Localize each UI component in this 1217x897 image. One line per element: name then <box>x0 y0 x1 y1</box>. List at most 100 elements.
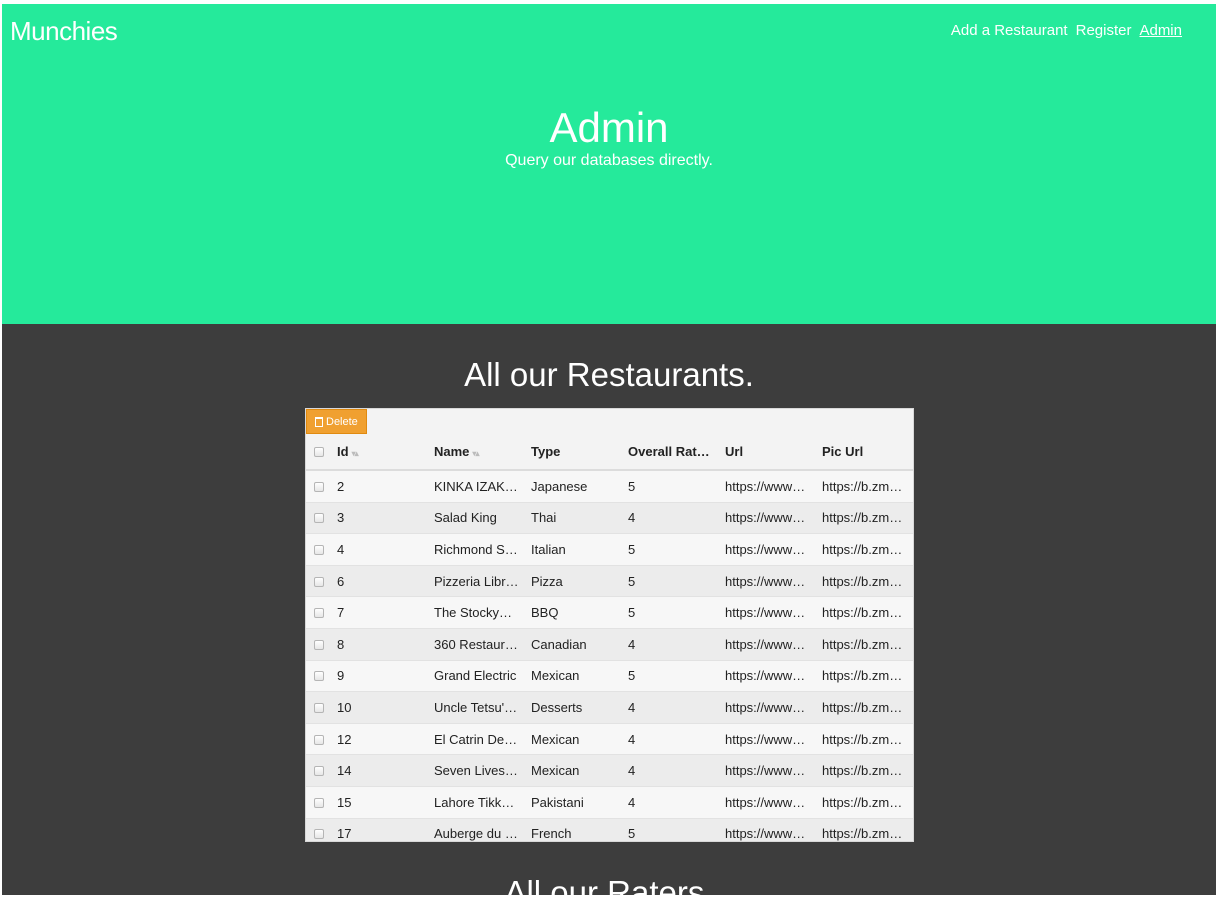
table-row[interactable]: 3 Salad King Thai 4 https://www… https://b.zm… <box>306 502 913 535</box>
row-checkbox[interactable] <box>314 671 324 682</box>
cell-url: https://www… <box>725 478 806 494</box>
cell-id: 17 <box>337 826 352 842</box>
restaurants-grid[interactable]: Delete Id ▾▴ Name ▾▴ Type Overall Rat… Url… <box>305 408 914 842</box>
row-checkbox[interactable] <box>314 608 324 619</box>
row-select-cell[interactable] <box>306 699 331 716</box>
row-select-cell[interactable] <box>306 509 331 526</box>
cell-name: Uncle Tetsu'… <box>434 699 518 715</box>
cell-type: Thai <box>531 510 557 526</box>
brand-logo[interactable]: Munchies <box>10 16 118 47</box>
cell-pic: https://b.zm… <box>822 478 903 494</box>
cell-pic: https://b.zm… <box>822 763 903 779</box>
cell-rating: 4 <box>628 763 636 779</box>
cell-type: Canadian <box>531 636 587 652</box>
cell-id: 9 <box>337 668 345 684</box>
cell-rating: 4 <box>628 731 636 747</box>
cell-id: 15 <box>337 794 352 810</box>
row-checkbox[interactable] <box>314 797 324 808</box>
row-checkbox[interactable] <box>314 734 324 745</box>
table-row[interactable]: 15 Lahore Tikk… Pakistani 4 https://www… http… <box>306 786 913 819</box>
top-nav: Add a Restaurant Register Admin <box>951 22 1182 39</box>
grid-header-row: Id ▾▴ Name ▾▴ Type Overall Rat… Url Pic Ur… <box>306 434 913 471</box>
table-row[interactable]: 14 Seven Lives … Mexican 4 https://www… https… <box>306 755 913 787</box>
row-select-cell[interactable] <box>306 478 331 495</box>
row-select-cell[interactable] <box>306 573 331 590</box>
column-header-rating[interactable]: Overall Rat… <box>622 444 719 459</box>
row-select-cell[interactable] <box>306 604 331 621</box>
cell-type: Pizza <box>531 573 563 589</box>
cell-name: Grand Electric <box>434 668 517 684</box>
row-checkbox[interactable] <box>314 766 324 777</box>
row-select-cell[interactable] <box>306 731 331 748</box>
column-header-url[interactable]: Url <box>719 444 816 459</box>
cell-pic: https://b.zm… <box>822 668 903 684</box>
cell-name: Seven Lives … <box>434 763 522 779</box>
cell-id: 6 <box>337 573 345 589</box>
cell-id: 14 <box>337 763 352 779</box>
table-row[interactable]: 4 Richmond S… Italian 5 https://www… https://… <box>306 534 913 566</box>
cell-pic: https://b.zm… <box>822 699 903 715</box>
cell-id: 4 <box>337 541 345 557</box>
cell-url: https://www… <box>725 573 806 589</box>
row-checkbox[interactable] <box>314 829 324 840</box>
row-checkbox[interactable] <box>314 639 324 650</box>
cell-pic: https://b.zm… <box>822 541 903 557</box>
cell-url: https://www… <box>725 699 806 715</box>
cell-id: 10 <box>337 699 352 715</box>
cell-pic: https://b.zm… <box>822 510 903 526</box>
row-checkbox[interactable] <box>314 702 324 713</box>
cell-name: Richmond S… <box>434 541 518 557</box>
row-select-cell[interactable] <box>306 667 331 684</box>
delete-button[interactable]: Delete <box>306 409 367 434</box>
cell-type: Mexican <box>531 763 580 779</box>
row-checkbox[interactable] <box>314 544 324 555</box>
cell-id: 3 <box>337 510 345 526</box>
row-checkbox[interactable] <box>314 513 324 524</box>
table-row[interactable]: 10 Uncle Tetsu'… Desserts 4 https://www… http… <box>306 692 913 724</box>
trash-icon <box>315 416 323 427</box>
column-header-pic-url[interactable]: Pic Url <box>816 444 913 459</box>
cell-rating: 4 <box>628 699 636 715</box>
nav-register[interactable]: Register <box>1076 22 1132 39</box>
nav-admin[interactable]: Admin <box>1139 22 1182 39</box>
row-checkbox[interactable] <box>314 481 324 492</box>
cell-pic: https://b.zm… <box>822 731 903 747</box>
table-row[interactable]: 2 KINKA IZAK… Japanese 5 https://www… https:/… <box>306 471 913 503</box>
column-header-type[interactable]: Type <box>525 444 622 459</box>
cell-name: 360 Restaur… <box>434 636 518 652</box>
row-select-cell[interactable] <box>306 825 331 841</box>
cell-url: https://www… <box>725 731 806 747</box>
cell-type: Mexican <box>531 668 580 684</box>
table-row[interactable]: 9 Grand Electric Mexican 5 https://www… https… <box>306 660 913 693</box>
row-checkbox[interactable] <box>314 576 324 587</box>
table-row[interactable]: 8 360 Restaur… Canadian 4 https://www… https:… <box>306 628 913 661</box>
row-select-cell[interactable] <box>306 636 331 653</box>
cell-rating: 4 <box>628 636 636 652</box>
nav-add-restaurant[interactable]: Add a Restaurant <box>951 22 1068 39</box>
cell-rating: 5 <box>628 826 636 842</box>
cell-rating: 5 <box>628 478 636 494</box>
restaurants-title: All our Restaurants. <box>464 356 754 393</box>
cell-type: BBQ <box>531 605 559 621</box>
cell-type: Italian <box>531 541 566 557</box>
table-row[interactable]: 12 El Catrin De… Mexican 4 https://www… https… <box>306 723 913 756</box>
cell-name: KINKA IZAK… <box>434 478 518 494</box>
cell-rating: 5 <box>628 668 636 684</box>
cell-type: Mexican <box>531 731 580 747</box>
column-header-name[interactable]: Name ▾▴ <box>428 444 525 459</box>
table-row[interactable]: 17 Auberge du … French 5 https://www… https:/… <box>306 818 913 842</box>
row-select-cell[interactable] <box>306 762 331 779</box>
row-select-cell[interactable] <box>306 794 331 811</box>
table-row[interactable]: 6 Pizzeria Libr… Pizza 5 https://www… https:/… <box>306 565 913 598</box>
cell-url: https://www… <box>725 826 806 842</box>
cell-name: The Stockya… <box>434 605 520 621</box>
row-select-cell[interactable] <box>306 541 331 558</box>
column-header-id[interactable]: Id ▾▴ <box>331 444 428 459</box>
cell-rating: 4 <box>628 794 636 810</box>
table-row[interactable]: 7 The Stockya… BBQ 5 https://www… https://b.z… <box>306 597 913 629</box>
select-all-checkbox[interactable] <box>314 447 324 457</box>
header-select-all[interactable] <box>306 443 331 460</box>
cell-url: https://www… <box>725 510 806 526</box>
cell-pic: https://b.zm… <box>822 794 903 810</box>
page-subtitle: Query our databases directly. <box>505 152 713 169</box>
